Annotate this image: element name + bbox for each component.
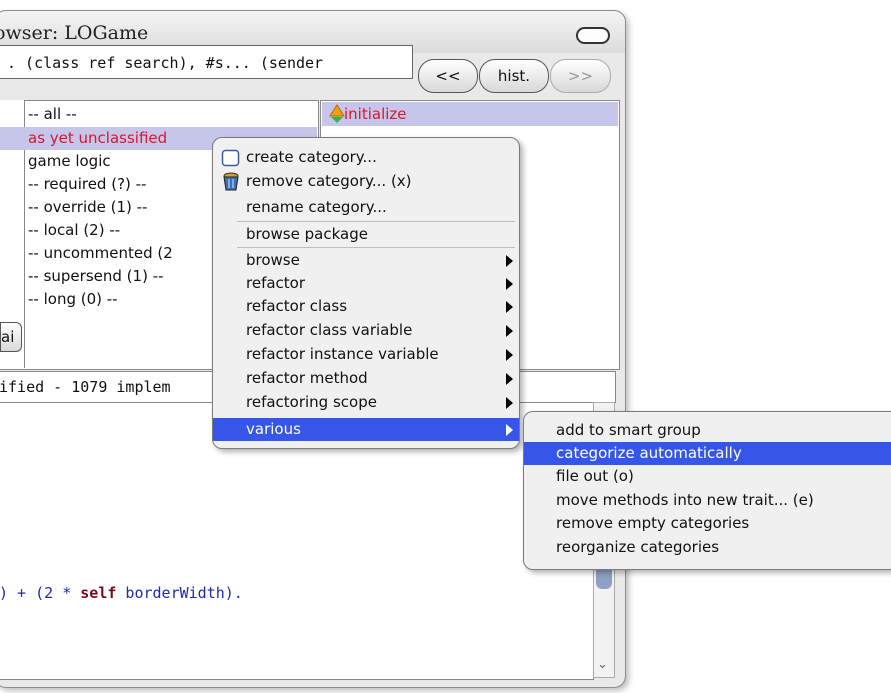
menu-item-browse-package[interactable]: browse package bbox=[213, 223, 519, 246]
menu-item-create-category[interactable]: create category... bbox=[213, 146, 519, 169]
menu-item-label: refactor method bbox=[246, 369, 368, 387]
window-title: rowser: LOGame bbox=[0, 22, 149, 44]
submenu-item-categorize-automatically[interactable]: categorize automatically bbox=[524, 442, 891, 465]
collapse-button[interactable] bbox=[576, 27, 610, 44]
context-menu: create category... remove category... (x… bbox=[212, 137, 520, 449]
submenu-item-label: reorganize categories bbox=[556, 538, 720, 556]
category-item[interactable]: -- local (2) -- bbox=[28, 219, 120, 242]
submenu-item-label: move methods into new trait... (e) bbox=[556, 491, 814, 509]
category-item-selected[interactable]: as yet unclassified bbox=[28, 127, 167, 150]
submenu-item-remove-empty-categories[interactable]: remove empty categories bbox=[524, 512, 891, 535]
menu-item-label: remove category... (x) bbox=[246, 172, 412, 190]
menu-item-remove-category[interactable]: remove category... (x) bbox=[213, 170, 519, 193]
back-button[interactable]: << bbox=[418, 59, 478, 93]
menu-item-label: refactor class variable bbox=[246, 321, 413, 339]
scroll-down-icon[interactable]: ⌄ bbox=[597, 657, 608, 672]
menu-item-label: create category... bbox=[246, 148, 377, 166]
menu-item-refactor-class-variable[interactable]: refactor class variable bbox=[213, 319, 519, 342]
submenu-item-reorganize-categories[interactable]: reorganize categories bbox=[524, 536, 891, 559]
code-line: ) + (2 * self borderWidth). bbox=[0, 584, 243, 602]
menu-item-refactor[interactable]: refactor bbox=[213, 272, 519, 295]
submenu-item-move-methods-into-trait[interactable]: move methods into new trait... (e) bbox=[524, 489, 891, 512]
menu-separator bbox=[237, 247, 515, 248]
menu-item-label: refactor bbox=[246, 274, 306, 292]
category-item[interactable]: -- supersend (1) -- bbox=[28, 265, 164, 288]
menu-item-label: refactor instance variable bbox=[246, 345, 439, 363]
submenu-item-file-out[interactable]: file out (o) bbox=[524, 465, 891, 488]
menu-item-label: refactoring scope bbox=[246, 393, 377, 411]
submenu-arrow-icon bbox=[506, 397, 513, 409]
category-item[interactable]: -- required (?) -- bbox=[28, 173, 146, 196]
submenu-arrow-icon bbox=[506, 255, 513, 267]
submenu-arrow-icon bbox=[506, 349, 513, 361]
category-item[interactable]: -- uncommented (2 bbox=[28, 242, 173, 265]
code-text: ) + (2 * bbox=[0, 584, 81, 602]
menu-item-refactor-method[interactable]: refactor method bbox=[213, 367, 519, 390]
history-button[interactable]: hist. bbox=[479, 59, 549, 93]
category-item[interactable]: game logic bbox=[28, 150, 111, 173]
submenu-arrow-icon bbox=[506, 278, 513, 290]
submenu-item-label: remove empty categories bbox=[556, 514, 750, 532]
submenu-item-add-to-smart-group[interactable]: add to smart group bbox=[524, 419, 891, 442]
menu-item-label: rename category... bbox=[246, 198, 387, 216]
various-submenu: add to smart group categorize automatica… bbox=[523, 411, 891, 570]
method-item-initialize[interactable]: initialize bbox=[344, 102, 407, 126]
category-item[interactable]: -- override (1) -- bbox=[28, 196, 147, 219]
forward-button[interactable]: >> bbox=[550, 59, 611, 93]
category-item[interactable]: -- all -- bbox=[28, 103, 77, 126]
code-text: borderWidth). bbox=[116, 584, 243, 602]
trash-can-icon bbox=[223, 172, 239, 191]
submenu-arrow-icon bbox=[506, 424, 513, 436]
code-keyword: self bbox=[80, 584, 117, 602]
menu-item-label: various bbox=[246, 420, 301, 438]
submenu-item-label: file out (o) bbox=[556, 467, 634, 485]
menu-item-rename-category[interactable]: rename category... bbox=[213, 196, 519, 219]
search-field[interactable]: . (class ref search), #s... (sender bbox=[0, 45, 413, 79]
submenu-item-label: add to smart group bbox=[556, 421, 701, 439]
menu-item-label: refactor class bbox=[246, 297, 348, 315]
menu-item-various[interactable]: various bbox=[213, 418, 519, 441]
class-side-button[interactable]: ai bbox=[0, 322, 22, 352]
menu-separator bbox=[237, 221, 515, 222]
submenu-arrow-icon bbox=[506, 301, 513, 313]
submenu-arrow-icon bbox=[506, 325, 513, 337]
menu-item-browse[interactable]: browse bbox=[213, 249, 519, 272]
menu-item-refactoring-scope[interactable]: refactoring scope bbox=[213, 391, 519, 414]
blank-page-icon bbox=[221, 149, 240, 167]
menu-item-label: browse package bbox=[246, 225, 368, 243]
menu-item-refactor-instance-variable[interactable]: refactor instance variable bbox=[213, 343, 519, 366]
submenu-arrow-icon bbox=[506, 373, 513, 385]
menu-item-label: browse bbox=[246, 251, 300, 269]
category-item[interactable]: -- long (0) -- bbox=[28, 288, 118, 311]
menu-item-refactor-class[interactable]: refactor class bbox=[213, 295, 519, 318]
submenu-item-label: categorize automatically bbox=[556, 444, 742, 462]
